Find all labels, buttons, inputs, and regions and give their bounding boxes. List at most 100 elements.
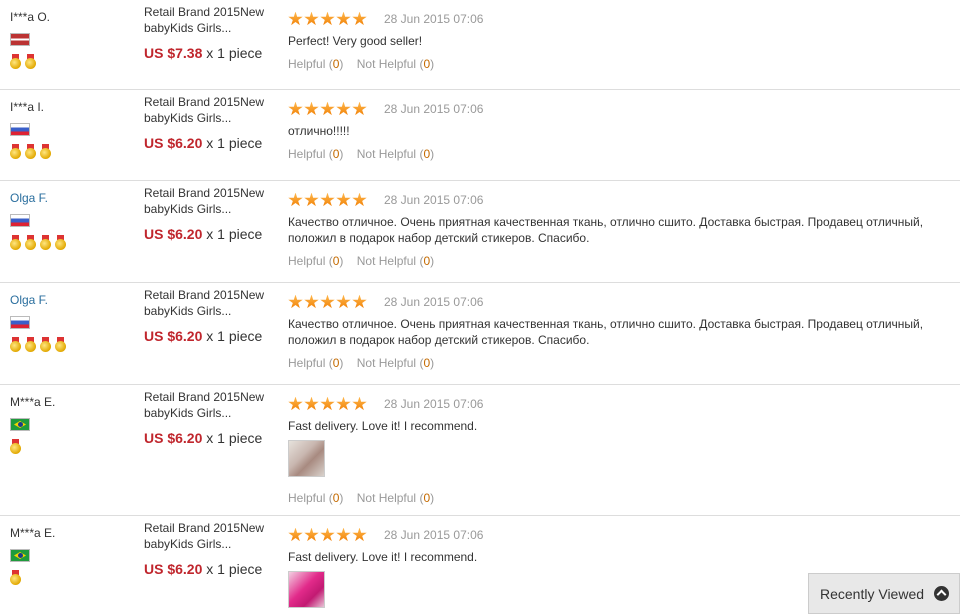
review-body: 28 Jun 2015 07:06 Качество отличное. Оче… [288, 294, 948, 370]
not-helpful-link[interactable]: Not Helpful (0) [357, 491, 434, 505]
price: US $6.20 [144, 430, 203, 446]
product-info: Retail Brand 2015New babyKids Girls... U… [144, 4, 279, 61]
medal-icon [55, 235, 66, 251]
star-icon [320, 192, 335, 207]
star-icon [352, 101, 367, 116]
vote-bar: Helpful (0) Not Helpful (0) [288, 254, 948, 268]
price: US $7.38 [144, 45, 203, 61]
reviewer-name[interactable]: Olga F. [10, 191, 130, 205]
reviewer-info: I***a O. [10, 10, 130, 70]
product-title[interactable]: Retail Brand 2015New babyKids Girls... [144, 287, 279, 319]
product-info: Retail Brand 2015New babyKids Girls... U… [144, 389, 279, 446]
rating-stars [288, 192, 384, 208]
vote-bar: Helpful (0) Not Helpful (0) [288, 57, 948, 71]
product-title[interactable]: Retail Brand 2015New babyKids Girls... [144, 94, 279, 126]
star-icon [304, 11, 319, 26]
reviewer-info: Olga F. [10, 293, 130, 353]
reviewer-medals [10, 235, 130, 251]
star-icon [288, 101, 303, 116]
not-helpful-link[interactable]: Not Helpful (0) [357, 356, 434, 370]
price: US $6.20 [144, 135, 203, 151]
review-photo-thumbnail[interactable] [288, 440, 325, 477]
russia-flag-icon [10, 214, 30, 227]
helpful-link[interactable]: Helpful (0) [288, 57, 343, 71]
brazil-flag-icon [10, 549, 30, 562]
review-text: Качество отличное. Очень приятная качест… [288, 215, 924, 245]
review-photo-thumbnail[interactable] [288, 571, 325, 608]
chevron-up-icon [934, 586, 949, 601]
reviewer-name: M***a E. [10, 395, 56, 409]
reviewer-info: M***a E. [10, 395, 130, 455]
reviewer-medals [10, 337, 130, 353]
vote-bar: Helpful (0) Not Helpful (0) [288, 491, 948, 505]
star-icon [304, 192, 319, 207]
product-info: Retail Brand 2015New babyKids Girls... U… [144, 185, 279, 242]
star-icon [352, 294, 367, 309]
russia-flag-icon [10, 316, 30, 329]
helpful-link[interactable]: Helpful (0) [288, 356, 343, 370]
reviewer-name[interactable]: Olga F. [10, 293, 130, 307]
star-icon [336, 294, 351, 309]
review-date: 28 Jun 2015 07:06 [384, 12, 484, 26]
product-title[interactable]: Retail Brand 2015New babyKids Girls... [144, 4, 279, 36]
product-title[interactable]: Retail Brand 2015New babyKids Girls... [144, 185, 279, 217]
brazil-flag-icon [10, 418, 30, 431]
star-icon [320, 11, 335, 26]
reviewer-medals [10, 570, 130, 586]
not-helpful-link[interactable]: Not Helpful (0) [357, 147, 434, 161]
star-icon [288, 294, 303, 309]
reviewer-info: Olga F. [10, 191, 130, 251]
quantity: x 1 piece [206, 135, 263, 151]
product-title[interactable]: Retail Brand 2015New babyKids Girls... [144, 520, 279, 552]
recently-viewed-label: Recently Viewed [820, 585, 925, 602]
price: US $6.20 [144, 561, 203, 577]
medal-icon [10, 235, 21, 251]
rating-stars [288, 527, 384, 543]
review-text: Качество отличное. Очень приятная качест… [288, 317, 924, 347]
product-title[interactable]: Retail Brand 2015New babyKids Girls... [144, 389, 279, 421]
star-icon [336, 11, 351, 26]
star-icon [352, 11, 367, 26]
price: US $6.20 [144, 226, 203, 242]
medal-icon [25, 337, 36, 353]
review-text: Perfect! Very good seller! [288, 34, 423, 48]
review-date: 28 Jun 2015 07:06 [384, 295, 484, 309]
reviewer-name: I***a I. [10, 100, 45, 114]
medal-icon [25, 235, 36, 251]
vote-bar: Helpful (0) Not Helpful (0) [288, 147, 948, 161]
review-date: 28 Jun 2015 07:06 [384, 397, 484, 411]
medal-icon [40, 144, 51, 160]
medal-icon [25, 144, 36, 160]
quantity: x 1 piece [206, 430, 263, 446]
star-icon [336, 527, 351, 542]
rating-stars [288, 11, 384, 27]
product-info: Retail Brand 2015New babyKids Girls... U… [144, 287, 279, 344]
star-icon [320, 294, 335, 309]
recently-viewed-button[interactable]: Recently Viewed [808, 573, 960, 614]
star-icon [304, 101, 319, 116]
medal-icon [55, 337, 66, 353]
not-helpful-link[interactable]: Not Helpful (0) [357, 254, 434, 268]
quantity: x 1 piece [206, 328, 263, 344]
reviewer-name: I***a O. [10, 10, 51, 24]
review-text: отлично!!!!! [288, 124, 350, 138]
quantity: x 1 piece [206, 561, 263, 577]
review-body: 28 Jun 2015 07:06 Fast delivery. Love it… [288, 396, 948, 505]
reviewer-medals [10, 54, 130, 70]
reviewer-name: M***a E. [10, 526, 56, 540]
helpful-link[interactable]: Helpful (0) [288, 147, 343, 161]
helpful-link[interactable]: Helpful (0) [288, 254, 343, 268]
review-body: 28 Jun 2015 07:06 Качество отличное. Оче… [288, 192, 948, 268]
helpful-link[interactable]: Helpful (0) [288, 491, 343, 505]
star-icon [288, 11, 303, 26]
star-icon [320, 101, 335, 116]
review-row: I***a I. Retail Brand 2015New babyKids G… [0, 90, 960, 181]
medal-icon [25, 54, 36, 70]
vote-bar: Helpful (0) Not Helpful (0) [288, 356, 948, 370]
star-icon [336, 101, 351, 116]
star-icon [336, 396, 351, 411]
reviewer-medals [10, 439, 130, 455]
review-body: 28 Jun 2015 07:06 Perfect! Very good sel… [288, 11, 948, 71]
not-helpful-link[interactable]: Not Helpful (0) [357, 57, 434, 71]
product-info: Retail Brand 2015New babyKids Girls... U… [144, 94, 279, 151]
